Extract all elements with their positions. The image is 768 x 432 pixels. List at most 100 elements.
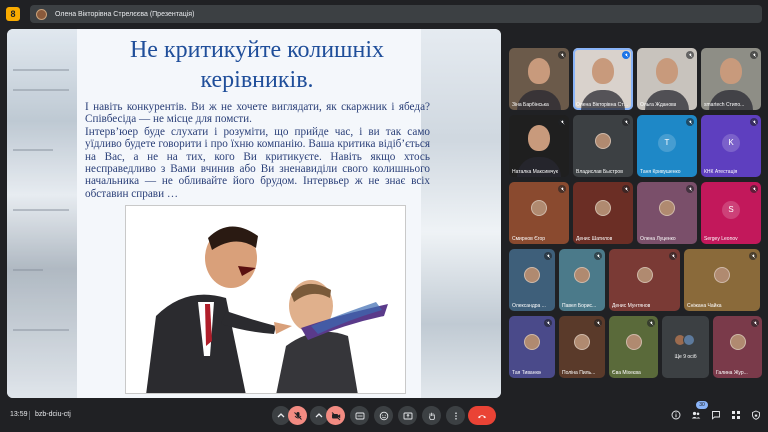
avatar [625,334,642,351]
participant-tile[interactable]: Єва Міхеєва [609,316,658,378]
slide-title-line-1: Не критикуйте колишніх [129,37,385,63]
participant-name: Олена Вікторівна Стрелєєва [576,102,630,108]
smiley-icon [379,411,388,420]
mic-muted-icon [647,319,655,327]
chat-icon [712,411,720,420]
meeting-code[interactable]: bzb-dciu-ctj [35,411,71,418]
participant-name: Смирнов Єгор [512,236,546,242]
participant-tile[interactable]: Олександра ... [509,249,555,311]
participant-tile[interactable]: K КНК Атестація [701,115,761,177]
app-badge-icon[interactable]: 8 [6,7,20,21]
people-button[interactable] [690,409,702,421]
participant-tile[interactable]: Галина Жур... [713,316,762,378]
participant-video-feed [528,124,550,151]
slide-title: Не критикуйте колишніх керівників. [97,35,417,95]
captions-icon [355,412,364,419]
slide-paragraph-2: Інтерв’юер буде слухати і розуміти, що п… [85,125,430,200]
participant-tile[interactable]: Денис Мунтянов [609,249,680,311]
participant-tile[interactable]: Владислав Быстров [573,115,633,177]
avatar [595,133,611,150]
more-options-button[interactable] [446,406,465,425]
avatar [659,200,675,217]
mic-muted-icon [544,252,552,260]
participant-name: Олександра ... [512,303,546,309]
participant-name: Зіна Барбінська [512,102,549,108]
mic-muted-icon [594,252,602,260]
present-screen-button[interactable] [398,406,417,425]
participant-name: Наталка Максимчук [512,169,558,175]
mic-toggle-button[interactable] [288,406,307,425]
participant-count-badge: 30 [696,401,708,409]
host-controls-button[interactable] [750,409,762,421]
participant-name: Ще 9 осіб [674,354,697,360]
mic-muted-icon [750,51,758,59]
slide-photo-two-men-arguing [125,205,406,394]
participant-tile[interactable]: Павел Борис... [559,249,605,311]
meeting-info-button[interactable] [670,409,682,421]
participant-tile[interactable]: T Таня Кривушенко [637,115,697,177]
info-icon [671,410,681,420]
mic-muted-icon [751,319,759,327]
mic-muted-icon [544,319,552,327]
participant-tile[interactable]: Смирнов Єгор [509,182,569,244]
presentation-chip[interactable]: Олена Вікторівна Стрелєєва (Презентація) [30,5,762,23]
chat-button[interactable] [710,409,722,421]
participant-tile[interactable]: Ольга Жданова [637,48,697,110]
participant-name: Галина Жур... [716,370,748,376]
captions-button[interactable] [350,406,369,425]
raise-hand-button[interactable] [422,406,441,425]
camera-toggle-button[interactable] [326,406,345,425]
participant-name: Денис Шатилов [576,236,613,242]
meet-window: 8 Олена Вікторівна Стрелєєва (Презентаці… [0,0,768,432]
participant-tile[interactable]: Денис Шатилов [573,182,633,244]
participant-name: Єва Міхеєва [612,370,641,376]
chevron-up-icon [277,412,285,417]
bottom-bar: 13:59 bzb-dciu-ctj 30 [0,400,768,432]
participant-tile[interactable]: Зіна Барбінська [509,48,569,110]
slide-decoration-right [421,29,501,398]
avatar-letter: K [722,133,740,152]
arguing-men-illustration [126,206,405,393]
avatar [714,267,730,284]
more-vert-icon [454,411,457,420]
participant-tile[interactable]: Олена Луценко [637,182,697,244]
avatar-letter: S [722,200,740,219]
participant-tile[interactable]: smartech Стипо... [701,48,761,110]
speaking-indicator-icon [622,51,630,59]
chevron-up-icon [315,412,323,417]
slide-decoration-left [7,29,77,398]
meeting-time: 13:59 [10,411,28,418]
participant-name: smartech Стипо... [704,102,745,108]
avatar-letter: T [658,133,676,152]
mic-muted-icon [686,185,694,193]
camera-off-icon [331,411,340,420]
mic-muted-icon [558,51,566,59]
avatar [531,200,547,217]
participant-name: Sergey Leonov [704,236,738,242]
participant-tile[interactable]: Поліна Пиль... [559,316,605,378]
participant-tile[interactable]: Тая Тиванюк [509,316,555,378]
participant-tile[interactable]: Олена Вікторівна Стрелєєва [573,48,633,110]
participant-tile[interactable]: Наталка Максимчук [509,115,569,177]
mic-muted-icon [558,185,566,193]
slide-body: І навіть конкурентів. Ви ж не хочете виг… [85,101,430,200]
participant-tile[interactable]: S Sergey Leonov [701,182,761,244]
shield-lock-icon [752,410,760,420]
avatar [524,267,540,284]
hand-icon [428,412,435,420]
mic-muted-icon [750,185,758,193]
mic-muted-icon [594,319,602,327]
participant-tile[interactable]: Сніжана Чайка [684,249,760,311]
participant-name: КНК Атестація [704,169,738,175]
mic-muted-icon [622,118,630,126]
presenter-label: Олена Вікторівна Стрелєєва (Презентація) [55,10,195,18]
leave-call-button[interactable] [468,406,496,425]
divider [29,411,30,420]
activities-button[interactable] [730,409,742,421]
hang-up-icon [478,414,486,418]
mic-muted-icon [686,51,694,59]
emoji-reactions-button[interactable] [374,406,393,425]
participant-tile[interactable]: Ще 9 осіб [662,316,709,378]
participant-name: Тая Тиванюк [512,370,542,376]
avatar [574,334,590,351]
